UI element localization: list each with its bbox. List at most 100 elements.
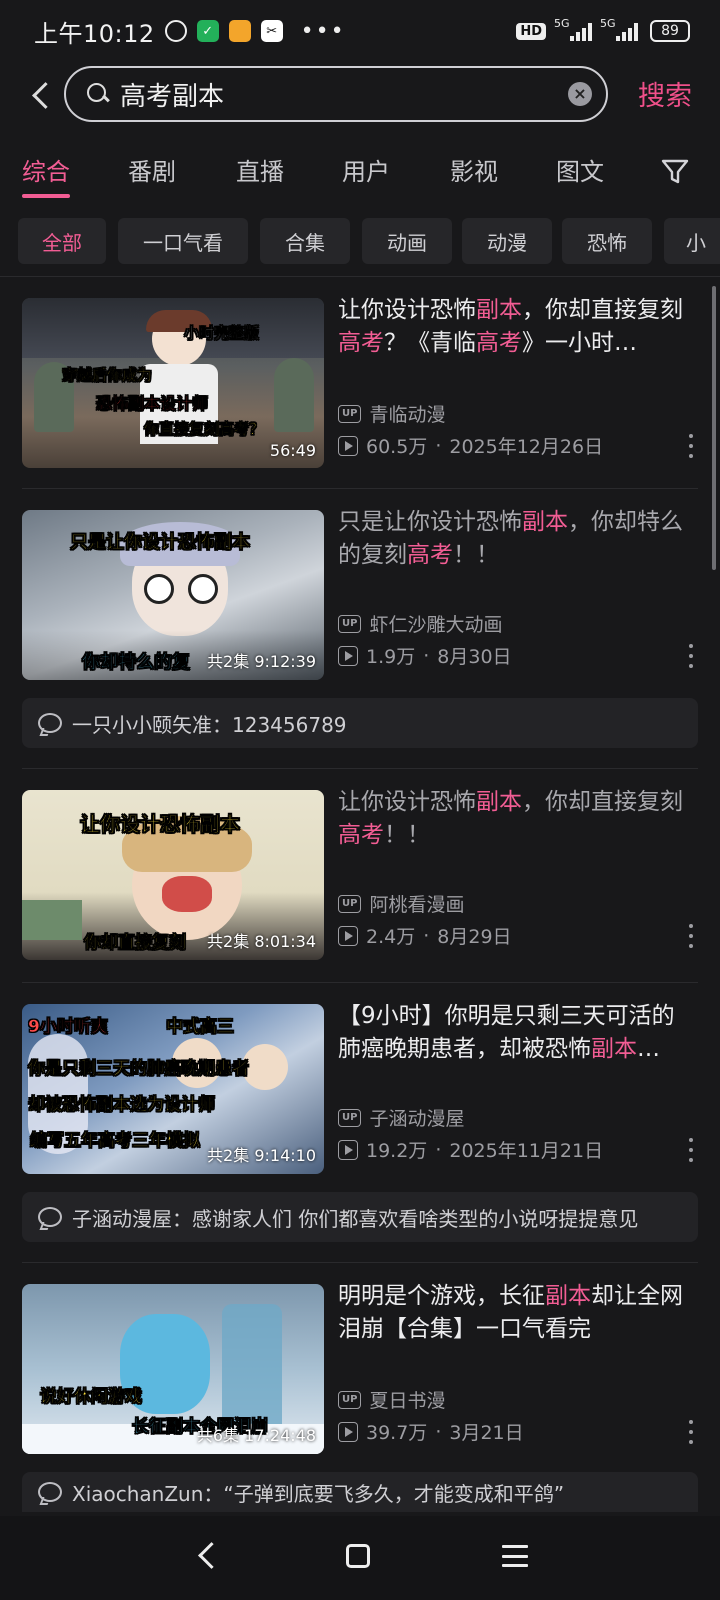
search-button[interactable]: 搜索 [638, 74, 692, 113]
video-thumbnail[interactable]: 9小时听爽 中式高三 你是只剩三天的肺癌晚期患者 却被恐怖副本选为设计师 编写五… [22, 1004, 324, 1174]
play-count-icon [338, 1421, 358, 1442]
hd-badge: HD [516, 22, 546, 40]
video-duration: 共2集 8:01:34 [207, 932, 316, 951]
video-thumbnail[interactable]: 小时完整版 穿越后你成为 恐怖副本设计师 你直接复刻高考？ 56:49 [22, 298, 324, 468]
title-keyword-highlight: 副本 [591, 1036, 637, 1062]
video-title[interactable]: 只是让你设计恐怖副本，你却特么的复刻高考！！ [338, 506, 696, 572]
chip-horror[interactable]: 恐怖 [562, 218, 652, 264]
up-icon: UP [338, 894, 362, 913]
video-stats: 19.2万 · 2025年11月21日 [338, 1136, 603, 1163]
title-text: ，你却直接复刻 [522, 297, 683, 323]
search-icon [86, 82, 110, 106]
video-stats: 1.9万 · 8月30日 [338, 642, 512, 669]
more-options-icon[interactable] [688, 924, 694, 948]
battery-icon: 89 [650, 20, 690, 42]
video-stats: 39.7万 · 3月21日 [338, 1418, 524, 1445]
alarm-icon [164, 20, 187, 42]
search-input[interactable]: 高考副本 × [64, 66, 608, 122]
publish-date: 2025年12月26日 [449, 436, 604, 458]
system-nav-bar [0, 1516, 720, 1600]
tab-bangumi[interactable]: 番剧 [128, 152, 176, 187]
clear-icon[interactable]: × [568, 82, 592, 106]
nav-home-icon[interactable] [346, 1544, 370, 1568]
divider [0, 276, 720, 277]
video-thumbnail[interactable]: 说好休闲游戏 长征副本全网泪崩 共6集 17:24:48 [22, 1284, 324, 1454]
title-keyword-highlight: 副本 [545, 1283, 591, 1309]
tab-all[interactable]: 综合 [22, 152, 70, 187]
video-title[interactable]: 让你设计恐怖副本，你却直接复刻高考！！ [338, 786, 696, 852]
tab-live[interactable]: 直播 [236, 152, 284, 187]
title-keyword-highlight: 高考 [338, 330, 384, 356]
video-title[interactable]: 让你设计恐怖副本，你却直接复刻高考？《青临高考》一小时… [338, 294, 696, 360]
uploader-name: 虾仁沙雕大动画 [369, 614, 503, 636]
nav-menu-icon[interactable] [502, 1545, 528, 1567]
video-title[interactable]: 【9小时】你明是只剩三天可活的肺癌晚期患者，却被恐怖副本… [338, 1000, 696, 1066]
play-count-icon [338, 925, 358, 946]
chip-anime[interactable]: 动漫 [462, 218, 552, 264]
tab-users[interactable]: 用户 [342, 152, 390, 187]
chip-collection[interactable]: 合集 [260, 218, 350, 264]
title-text: … [637, 1036, 660, 1062]
chip-more[interactable]: 小 [664, 218, 720, 264]
top-comment[interactable]: 子涵动漫屋：感谢家人们 你们都喜欢看啥类型的小说呀提提意见 [22, 1192, 698, 1242]
play-count-icon [338, 645, 358, 666]
view-count: 19.2万 [366, 1140, 428, 1162]
uploader-row[interactable]: UP 夏日书漫 [338, 1386, 445, 1413]
title-text: ！！ [384, 822, 430, 848]
title-keyword-highlight: 副本 [522, 509, 568, 535]
title-text: ，你却直接复刻 [522, 789, 683, 815]
publish-date: 8月29日 [437, 926, 512, 948]
title-text: 明明是个游戏，长征 [338, 1283, 545, 1309]
chip-all[interactable]: 全部 [18, 218, 106, 264]
uploader-name: 青临动漫 [369, 404, 446, 426]
comment-text: 子涵动漫屋：感谢家人们 你们都喜欢看啥类型的小说呀提提意见 [72, 1206, 639, 1231]
video-thumbnail[interactable]: 让你设计恐怖副本 你却直接复刻 共2集 8:01:34 [22, 790, 324, 960]
more-options-icon[interactable] [688, 1138, 694, 1162]
title-keyword-highlight: 副本 [476, 789, 522, 815]
uploader-row[interactable]: UP 阿桃看漫画 [338, 890, 464, 917]
chip-binge[interactable]: 一口气看 [118, 218, 248, 264]
chip-animation[interactable]: 动画 [362, 218, 452, 264]
scrollbar[interactable] [712, 286, 716, 570]
video-duration: 56:49 [269, 441, 316, 460]
tab-articles[interactable]: 图文 [556, 152, 604, 187]
more-options-icon[interactable] [688, 434, 694, 458]
comment-text: XiaochanZun：“子弹到底要飞多久，才能变成和平鸽” [72, 1481, 565, 1506]
search-query[interactable]: 高考副本 [120, 76, 568, 113]
title-keyword-highlight: 高考 [407, 542, 453, 568]
title-keyword-highlight: 高考 [476, 330, 522, 356]
video-duration: 共2集 9:12:39 [207, 652, 316, 671]
uploader-name: 子涵动漫屋 [369, 1108, 465, 1130]
category-tabs: 综合 番剧 直播 用户 影视 图文 [0, 146, 720, 202]
back-arrow-icon[interactable] [28, 81, 56, 109]
search-header: 高考副本 × 搜索 [0, 62, 720, 128]
uploader-row[interactable]: UP 青临动漫 [338, 400, 445, 427]
filter-chips: 全部 一口气看 合集 动画 动漫 恐怖 小 [0, 218, 720, 266]
nav-back-icon[interactable] [196, 1544, 220, 1568]
more-options-icon[interactable] [688, 644, 694, 668]
uploader-row[interactable]: UP 子涵动漫屋 [338, 1104, 464, 1131]
top-comment[interactable]: 一只小小颐矢准：123456789 [22, 698, 698, 748]
filter-icon[interactable] [660, 156, 690, 186]
shield-app-icon: ✓ [196, 20, 219, 42]
divider [22, 488, 698, 489]
video-thumbnail[interactable]: 只是让你设计恐怖副本 你却特么的复 共2集 9:12:39 [22, 510, 324, 680]
more-dots-icon: ••• [300, 18, 346, 44]
comment-text: 一只小小颐矢准：123456789 [72, 712, 347, 737]
title-text: 让你设计恐怖 [338, 297, 476, 323]
uploader-name: 夏日书漫 [369, 1390, 446, 1412]
signal-icon-2: 5G [600, 17, 638, 41]
play-count-icon [338, 435, 358, 456]
uploader-row[interactable]: UP 虾仁沙雕大动画 [338, 610, 502, 637]
comment-icon [38, 1482, 62, 1502]
comment-icon [38, 1207, 62, 1227]
video-duration: 共2集 9:14:10 [207, 1146, 316, 1165]
tab-film[interactable]: 影视 [450, 152, 498, 187]
divider [22, 982, 698, 983]
top-comment[interactable]: XiaochanZun：“子弹到底要飞多久，才能变成和平鸽” [22, 1472, 698, 1512]
more-options-icon[interactable] [688, 1420, 694, 1444]
play-count-icon [338, 1139, 358, 1160]
comment-icon [38, 713, 62, 733]
capcut-app-icon: ✂ [260, 20, 283, 42]
video-title[interactable]: 明明是个游戏，长征副本却让全网泪崩【合集】一口气看完 [338, 1280, 696, 1346]
